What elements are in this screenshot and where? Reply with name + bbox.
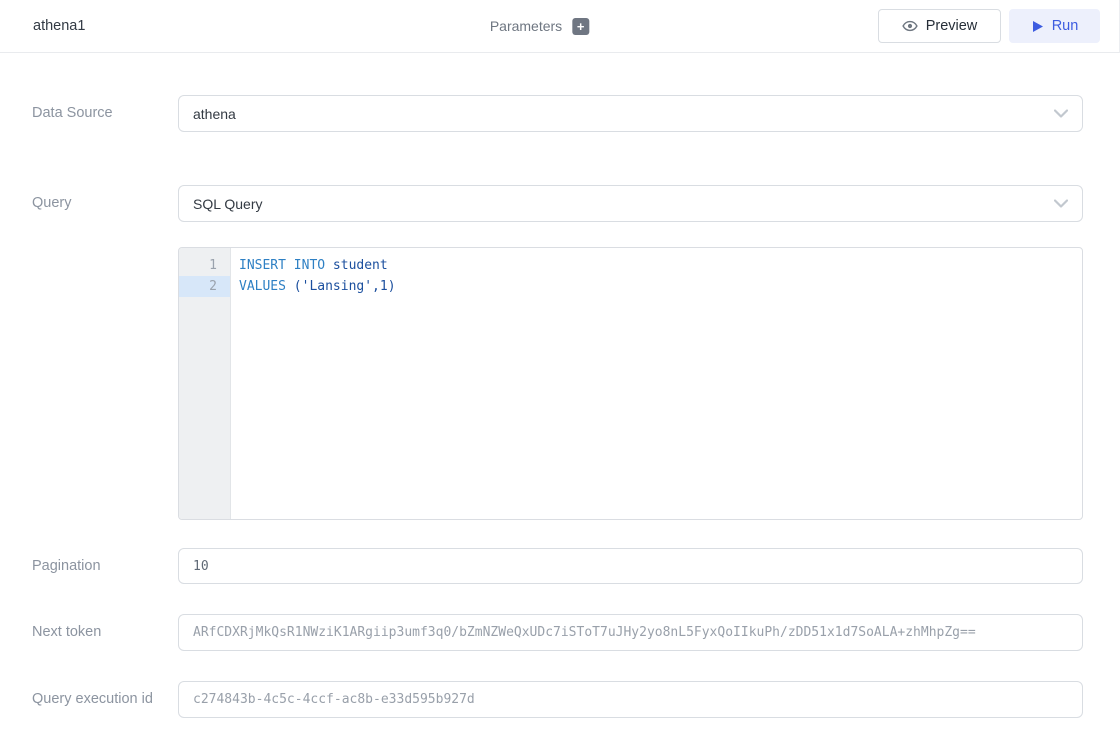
sql-code-area: INSERT INTO studentVALUES ('Lansing',1): [231, 248, 1082, 519]
pagination-input[interactable]: [178, 548, 1083, 584]
code-token-plain: ('Lansing',1): [286, 279, 396, 294]
run-button[interactable]: Run: [1009, 9, 1100, 43]
top-bar: athena1 Parameters + Preview Run: [0, 0, 1120, 53]
chevron-down-icon: [1054, 199, 1068, 208]
parameters-section: Parameters +: [490, 0, 589, 52]
play-icon: [1031, 20, 1044, 33]
query-title: athena1: [33, 18, 85, 34]
code-token-keyword: VALUES: [239, 279, 286, 294]
query-type-value: SQL Query: [193, 196, 263, 212]
query-type-row: Query SQL Query: [32, 185, 1083, 222]
pagination-label: Pagination: [32, 554, 178, 579]
code-line: VALUES ('Lansing',1): [239, 276, 1082, 297]
line-number-gutter: 12: [179, 248, 231, 519]
query-type-select[interactable]: SQL Query: [178, 185, 1083, 222]
query-execution-id-input[interactable]: [178, 681, 1083, 718]
sql-editor-row: 12 INSERT INTO studentVALUES ('Lansing',…: [32, 247, 1083, 520]
query-type-label: Query: [32, 191, 178, 216]
code-token-keyword: INSERT INTO: [239, 258, 325, 273]
preview-button[interactable]: Preview: [878, 9, 1001, 43]
eye-icon: [902, 18, 918, 34]
line-number: 2: [179, 276, 230, 297]
next-token-row: Next token: [32, 614, 1083, 651]
preview-button-label: Preview: [926, 18, 978, 34]
next-token-label: Next token: [32, 620, 178, 645]
code-token-plain: [325, 258, 333, 273]
query-execution-id-label: Query execution id: [32, 687, 178, 712]
data-source-row: Data Source athena: [32, 95, 1083, 132]
parameters-label: Parameters: [490, 18, 562, 34]
sql-editor[interactable]: 12 INSERT INTO studentVALUES ('Lansing',…: [178, 247, 1083, 520]
next-token-input[interactable]: [178, 614, 1083, 651]
data-source-label: Data Source: [32, 101, 178, 126]
run-button-label: Run: [1052, 18, 1079, 34]
data-source-select[interactable]: athena: [178, 95, 1083, 132]
data-source-value: athena: [193, 106, 236, 122]
query-execution-id-row: Query execution id: [32, 681, 1083, 718]
code-line: INSERT INTO student: [239, 255, 1082, 276]
pagination-row: Pagination: [32, 548, 1083, 584]
code-token-plain: student: [333, 258, 388, 273]
query-form: Data Source athena Query SQL Query: [0, 95, 1120, 718]
add-parameter-button[interactable]: +: [572, 18, 589, 35]
topbar-actions: Preview Run: [878, 9, 1100, 43]
line-number: 1: [179, 255, 230, 276]
plus-icon: +: [577, 20, 585, 33]
chevron-down-icon: [1054, 109, 1068, 118]
